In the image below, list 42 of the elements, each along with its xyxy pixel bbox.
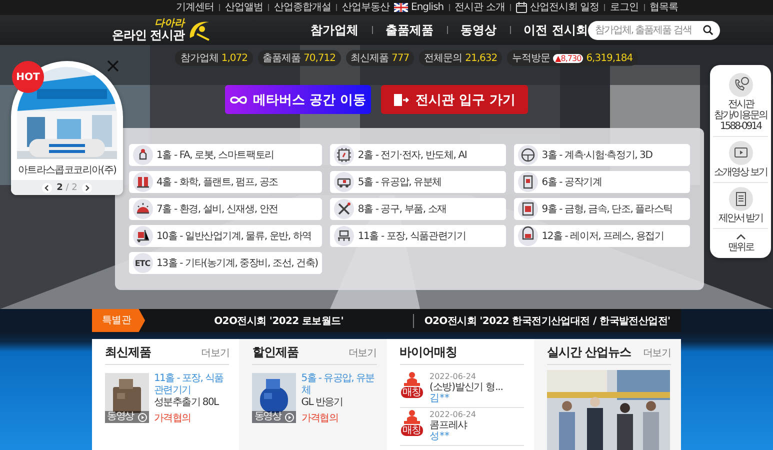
- match-date: 2022-06-24: [430, 409, 476, 420]
- video-label: 동영상: [254, 411, 281, 423]
- more-link[interactable]: 더보기: [642, 346, 671, 360]
- video-label: 동영상: [107, 411, 134, 423]
- top-link[interactable]: 기계센터: [176, 0, 214, 15]
- nav-link[interactable]: 출품제품: [386, 22, 434, 38]
- product-category: 11홀 - 포장, 식품관련기기: [154, 373, 224, 397]
- more-link[interactable]: 더보기: [201, 346, 230, 360]
- match-title[interactable]: (소방)발신기 형...: [430, 382, 503, 393]
- top-link[interactable]: 산업종합개설: [274, 0, 331, 15]
- match-date: 2022-06-24: [430, 371, 477, 382]
- top-link[interactable]: 전시관 소개: [454, 0, 505, 15]
- special-link[interactable]: O2O전시회 '2022 한국전기산업대전 / 한국발전산업전': [412, 314, 682, 328]
- section-title: 바이어매칭: [400, 344, 457, 361]
- logo-text: 다아라: [154, 19, 185, 29]
- product-name[interactable]: GL 반응기: [301, 397, 376, 409]
- logo-text[interactable]: 온라인 전시관: [112, 29, 185, 41]
- top-link[interactable]: 산업전시회 일정: [530, 0, 599, 15]
- product-category: 5홀 - 유공압, 유분체: [301, 373, 376, 397]
- product-name[interactable]: 성분추출기 80L: [154, 397, 230, 409]
- more-link[interactable]: 더보기: [348, 346, 376, 360]
- product-price: 가격협의: [301, 413, 340, 425]
- special-link[interactable]: O2O전시회 '2022 로보월드': [145, 314, 413, 328]
- top-link[interactable]: 산업부동산: [342, 0, 390, 15]
- top-link[interactable]: 로그인: [610, 0, 638, 15]
- match-title[interactable]: 콤프레샤: [430, 420, 476, 431]
- special-tag: 특별관: [92, 309, 146, 332]
- top-link[interactable]: 협목록: [650, 0, 678, 15]
- nav-link[interactable]: 참가업체: [310, 22, 359, 38]
- buyer-name: 김**: [430, 393, 450, 404]
- matching-badge: 매칭: [400, 387, 422, 398]
- search-field[interactable]: 참가업체, 출품제품 검색: [588, 20, 720, 40]
- nav-link[interactable]: 이전 전시회: [524, 22, 588, 38]
- top-link[interactable]: 산업앨범: [225, 0, 263, 15]
- buyer-name: 성**: [430, 431, 450, 442]
- product-price: 가격협의: [154, 413, 192, 425]
- section-title: 실시간 산업뉴스: [546, 344, 631, 361]
- nav-link[interactable]: 동영상: [460, 22, 497, 38]
- section-title: 최신제품: [105, 344, 151, 361]
- matching-badge: 매칭: [400, 425, 422, 436]
- top-link[interactable]: English: [411, 0, 444, 15]
- section-title: 할인제품: [252, 344, 298, 361]
